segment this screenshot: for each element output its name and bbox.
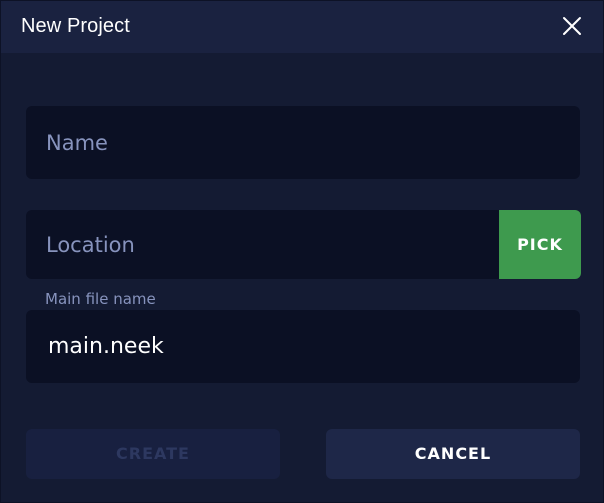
pick-location-button[interactable]: PICK bbox=[499, 210, 581, 279]
create-button[interactable]: CREATE bbox=[26, 429, 280, 479]
location-input[interactable] bbox=[26, 210, 580, 279]
dialog-titlebar: New Project bbox=[1, 1, 603, 53]
cancel-button[interactable]: CANCEL bbox=[326, 429, 580, 479]
dialog-title: New Project bbox=[21, 15, 130, 37]
new-project-dialog: New Project PICK Main file name CREATE C… bbox=[0, 0, 604, 503]
close-icon bbox=[563, 17, 581, 35]
main-file-name-input[interactable] bbox=[26, 310, 580, 383]
name-field-container bbox=[26, 106, 580, 179]
main-file-field-container bbox=[26, 310, 580, 383]
main-file-name-label: Main file name bbox=[45, 290, 156, 308]
close-button[interactable] bbox=[559, 13, 585, 39]
project-name-input[interactable] bbox=[26, 106, 580, 179]
location-field-container bbox=[26, 210, 580, 279]
